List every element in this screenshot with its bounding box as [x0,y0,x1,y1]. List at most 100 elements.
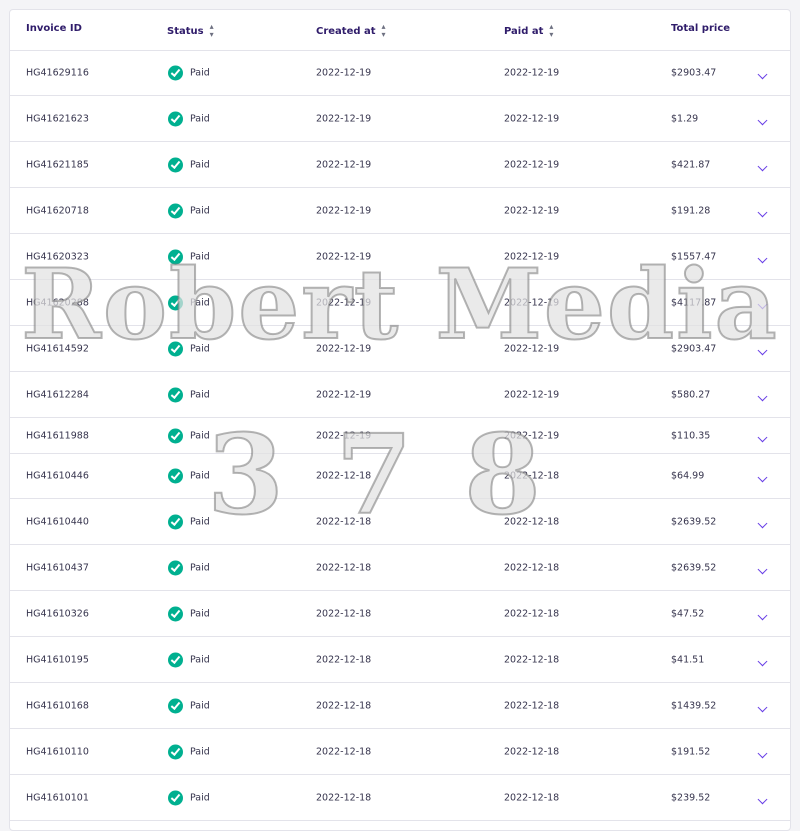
table-row[interactable]: HG41620288 Paid 2022-12-19 2022-12-19 $4… [10,280,790,326]
table-row[interactable]: HG41610110 Paid 2022-12-18 2022-12-18 $1… [10,729,790,775]
header-paid-at-label: Paid at [504,25,544,37]
sort-icon[interactable]: ▴ ▾ [549,23,553,39]
created-at: 2022-12-19 [316,343,372,354]
paid-at: 2022-12-19 [504,67,560,78]
header-status[interactable]: Status ▴ ▾ [167,23,214,39]
status-label: Paid [190,608,210,619]
paid-at: 2022-12-18 [504,700,560,711]
created-at: 2022-12-19 [316,297,372,308]
check-circle-icon [168,111,183,126]
sort-icon[interactable]: ▴ ▾ [382,23,386,39]
status-badge: Paid [168,65,210,80]
paid-at: 2022-12-18 [504,654,560,665]
chevron-down-icon[interactable] [757,206,768,217]
total-price: $4117.87 [671,297,717,308]
created-at: 2022-12-18 [316,700,372,711]
table-row[interactable]: HG41610446 Paid 2022-12-18 2022-12-18 $6… [10,453,790,499]
total-price: $191.52 [671,746,711,757]
paid-at: 2022-12-19 [504,113,560,124]
invoice-id: HG41620323 [26,251,89,262]
paid-at: 2022-12-18 [504,746,560,757]
chevron-down-icon[interactable] [757,114,768,125]
header-total-price-label: Total price [671,23,731,34]
status-badge: Paid [168,790,210,805]
chevron-down-icon[interactable] [757,431,768,442]
status-label: Paid [190,159,210,170]
total-price: $191.28 [671,205,711,216]
status-badge: Paid [168,295,210,310]
chevron-down-icon[interactable] [757,68,768,79]
table-row[interactable]: HG41629116 Paid 2022-12-19 2022-12-19 $2… [10,50,790,96]
invoice-id: HG41610110 [26,746,89,757]
total-price: $64.99 [671,470,705,481]
status-label: Paid [190,516,210,527]
status-label: Paid [190,389,210,400]
sort-icon[interactable]: ▴ ▾ [210,23,214,39]
chevron-down-icon[interactable] [757,747,768,758]
created-at: 2022-12-18 [316,470,372,481]
chevron-down-icon[interactable] [757,160,768,171]
chevron-down-icon[interactable] [757,252,768,263]
table-row[interactable]: HG41621623 Paid 2022-12-19 2022-12-19 $1… [10,96,790,142]
check-circle-icon [168,652,183,667]
chevron-down-icon[interactable] [757,701,768,712]
table-row[interactable]: HG41612284 Paid 2022-12-19 2022-12-19 $5… [10,372,790,418]
table-row[interactable]: HG41611988 Paid 2022-12-19 2022-12-19 $1… [10,418,790,454]
status-badge: Paid [168,203,210,218]
total-price: $2639.52 [671,562,717,573]
table-row[interactable]: HG41620323 Paid 2022-12-19 2022-12-19 $1… [10,234,790,280]
invoice-id: HG41612284 [26,389,89,400]
check-circle-icon [168,249,183,264]
status-label: Paid [190,67,210,78]
invoice-id: HG41621623 [26,113,89,124]
created-at: 2022-12-19 [316,389,372,400]
table-row[interactable]: HG41610101 Paid 2022-12-18 2022-12-18 $2… [10,775,790,821]
check-circle-icon [168,744,183,759]
total-price: $47.52 [671,608,705,619]
status-label: Paid [190,430,210,441]
check-circle-icon [168,790,183,805]
table-row[interactable]: HG41610195 Paid 2022-12-18 2022-12-18 $4… [10,637,790,683]
check-circle-icon [168,203,183,218]
table-row[interactable]: HG41614592 Paid 2022-12-19 2022-12-19 $2… [10,326,790,372]
check-circle-icon [168,157,183,172]
invoice-id: HG41610446 [26,470,89,481]
chevron-down-icon[interactable] [757,390,768,401]
check-circle-icon [168,560,183,575]
invoice-id: HG41620718 [26,205,89,216]
table-row[interactable]: HG41610440 Paid 2022-12-18 2022-12-18 $2… [10,499,790,545]
chevron-down-icon[interactable] [757,655,768,666]
table-row[interactable]: HG41610168 Paid 2022-12-18 2022-12-18 $1… [10,683,790,729]
invoice-id: HG41614592 [26,343,89,354]
chevron-down-icon[interactable] [757,609,768,620]
total-price: $1557.47 [671,251,717,262]
created-at: 2022-12-18 [316,516,372,527]
paid-at: 2022-12-18 [504,516,560,527]
table-row[interactable]: HG41621185 Paid 2022-12-19 2022-12-19 $4… [10,142,790,188]
check-circle-icon [168,295,183,310]
chevron-down-icon[interactable] [757,471,768,482]
status-badge: Paid [168,744,210,759]
invoice-id: HG41610195 [26,654,89,665]
total-price: $1439.52 [671,700,717,711]
chevron-down-icon[interactable] [757,344,768,355]
status-label: Paid [190,251,210,262]
table-row[interactable]: HG41610437 Paid 2022-12-18 2022-12-18 $2… [10,545,790,591]
table-row[interactable]: HG41620718 Paid 2022-12-19 2022-12-19 $1… [10,188,790,234]
chevron-down-icon[interactable] [757,517,768,528]
status-label: Paid [190,470,210,481]
check-circle-icon [168,341,183,356]
paid-at: 2022-12-18 [504,608,560,619]
header-created-at[interactable]: Created at ▴ ▾ [316,23,386,39]
created-at: 2022-12-18 [316,562,372,573]
status-badge: Paid [168,111,210,126]
paid-at: 2022-12-18 [504,562,560,573]
header-paid-at[interactable]: Paid at ▴ ▾ [504,23,553,39]
table-row[interactable]: HG41610326 Paid 2022-12-18 2022-12-18 $4… [10,591,790,637]
chevron-down-icon[interactable] [757,563,768,574]
check-circle-icon [168,514,183,529]
chevron-down-icon[interactable] [757,793,768,804]
status-label: Paid [190,792,210,803]
status-label: Paid [190,343,210,354]
chevron-down-icon[interactable] [757,298,768,309]
